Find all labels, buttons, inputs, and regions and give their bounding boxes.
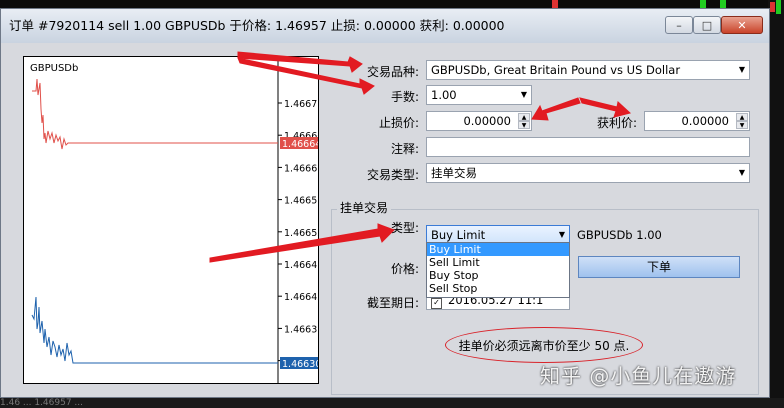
watermark: 知乎 @小鱼儿在遨游 <box>540 364 737 388</box>
arrow-to-type <box>209 223 395 263</box>
annotation-arrows <box>209 51 632 263</box>
arrow-to-take-profit <box>579 97 632 118</box>
arrow-to-stop-loss <box>531 97 581 121</box>
